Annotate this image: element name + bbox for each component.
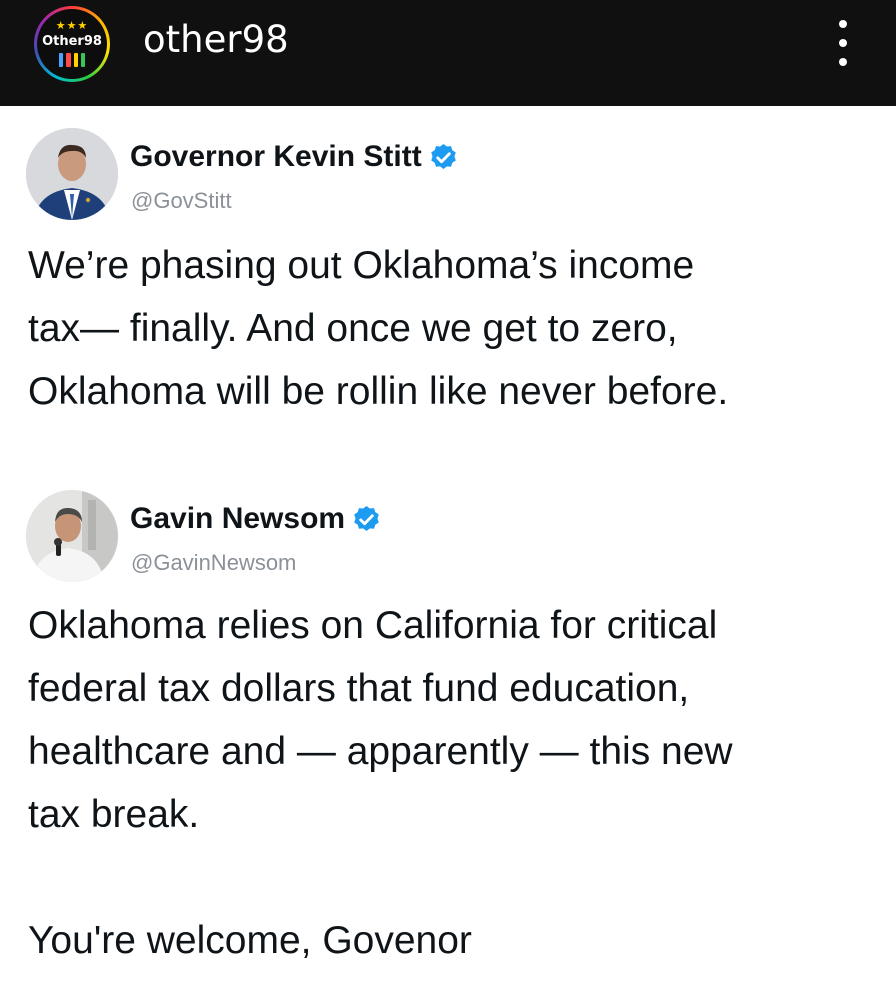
other98-logo: ★★★ Other98 [37,9,107,79]
logo-stars-icon: ★★★ [55,20,89,32]
author-name-text: Gavin Newsom [130,502,346,535]
verified-badge-icon [430,143,456,169]
tweet-text: We’re phasing out Oklahoma’s income tax—… [28,244,729,413]
avatar[interactable] [26,128,118,220]
account-avatar[interactable]: ★★★ Other98 [34,6,110,82]
person-photo-icon [26,128,118,220]
more-vertical-icon[interactable] [828,20,858,66]
tweet-handle[interactable]: @GovStitt [131,188,232,214]
tweet-text: Oklahoma relies on California for critic… [28,604,733,962]
top-bar: ★★★ Other98 other98 [0,0,896,106]
logo-text: Other98 [42,34,102,49]
tweet-author-name[interactable]: Gavin Newsom [130,502,382,536]
avatar[interactable] [26,490,118,582]
tweet-handle[interactable]: @GavinNewsom [131,550,296,576]
account-name[interactable]: other98 [143,18,289,61]
author-name-text: Governor Kevin Stitt [130,140,422,173]
person-photo-icon [26,490,118,582]
tweet-author-name[interactable]: Governor Kevin Stitt [130,140,459,174]
verified-badge-icon [354,505,379,531]
logo-stripes-icon [59,53,85,67]
